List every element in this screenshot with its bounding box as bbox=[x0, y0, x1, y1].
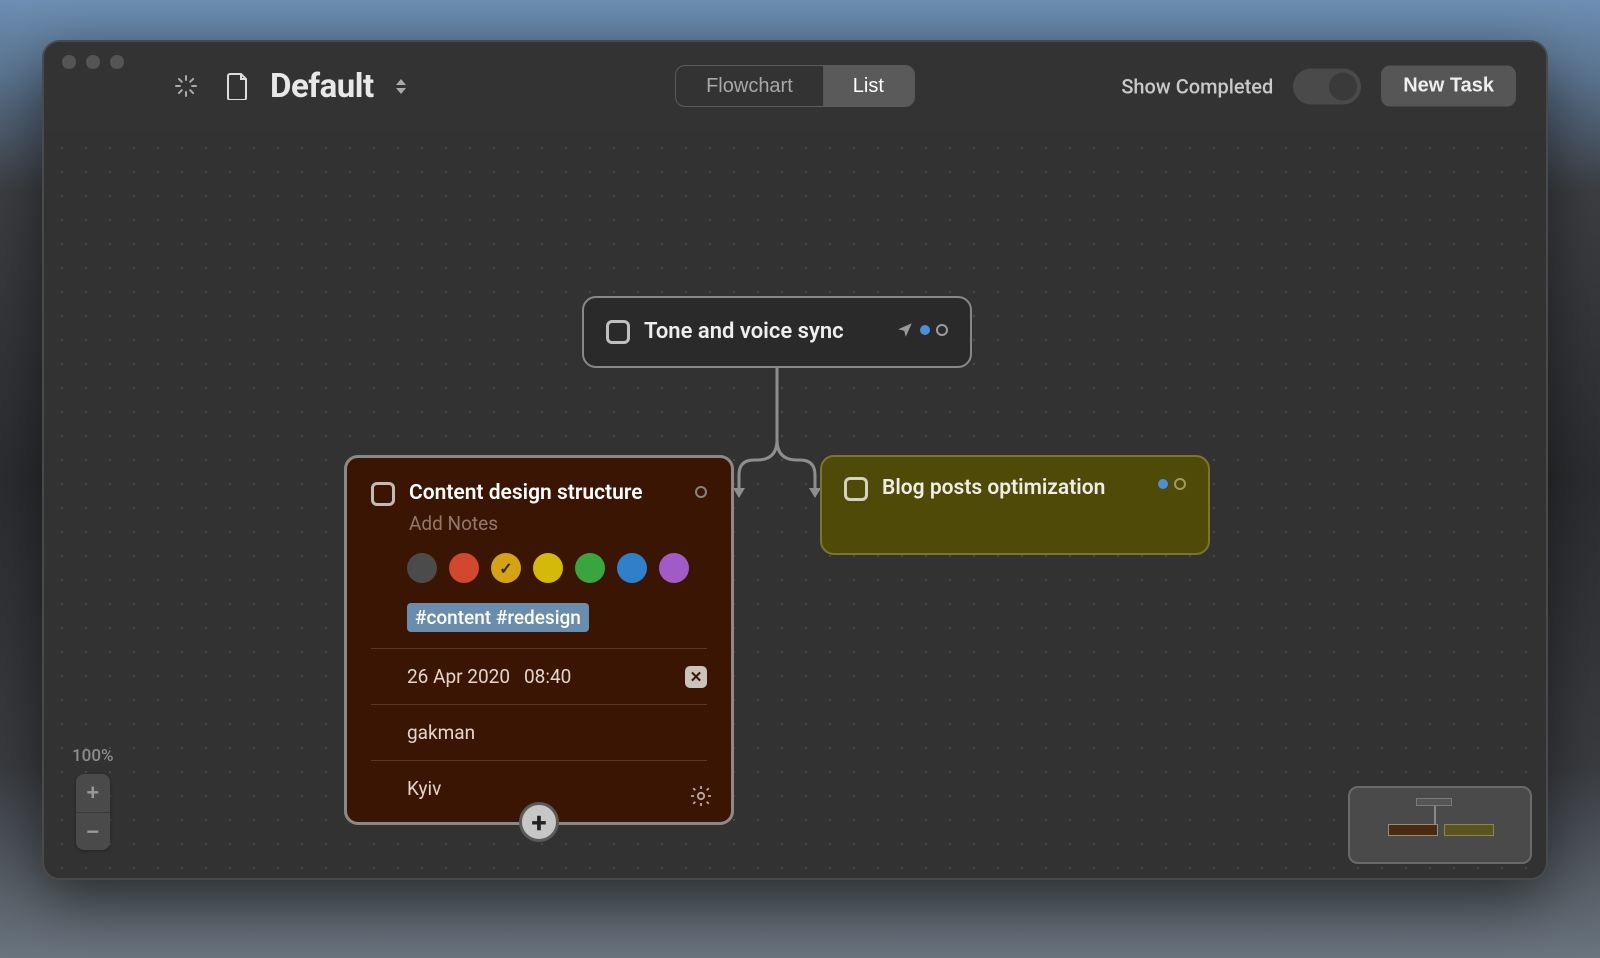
color-red[interactable] bbox=[449, 553, 479, 583]
task-checkbox[interactable] bbox=[606, 320, 630, 344]
window-traffic-lights bbox=[62, 55, 124, 69]
location-icon bbox=[896, 321, 914, 339]
document-icon bbox=[224, 72, 252, 100]
status-dot-icon bbox=[920, 325, 930, 335]
flowchart-canvas[interactable]: Tone and voice sync Content design struc… bbox=[44, 130, 1546, 878]
color-gray[interactable] bbox=[407, 553, 437, 583]
sync-spinner-icon bbox=[174, 74, 198, 98]
color-blue[interactable] bbox=[617, 553, 647, 583]
zoom-controls: 100% + − bbox=[72, 746, 114, 850]
status-ring-icon bbox=[695, 486, 707, 498]
color-green[interactable] bbox=[575, 553, 605, 583]
status-dot-icon bbox=[1158, 479, 1168, 489]
show-completed-label: Show Completed bbox=[1121, 74, 1273, 98]
task-checkbox[interactable] bbox=[844, 477, 868, 501]
color-picker bbox=[407, 553, 707, 583]
add-child-button[interactable]: + bbox=[519, 802, 559, 842]
clear-date-button[interactable]: ✕ bbox=[685, 666, 707, 688]
task-node-expanded[interactable]: Content design structure Add Notes #cont… bbox=[344, 455, 734, 825]
tab-flowchart[interactable]: Flowchart bbox=[676, 66, 823, 106]
zoom-out-button[interactable]: − bbox=[76, 812, 110, 850]
gear-icon[interactable] bbox=[689, 784, 713, 808]
task-title: Blog posts optimization bbox=[882, 475, 1144, 501]
location-field[interactable]: Kyiv bbox=[407, 777, 707, 800]
color-yellow[interactable] bbox=[533, 553, 563, 583]
minimap[interactable] bbox=[1348, 786, 1532, 864]
task-checkbox[interactable] bbox=[371, 482, 395, 506]
new-task-button[interactable]: New Task bbox=[1381, 66, 1516, 107]
close-window-button[interactable] bbox=[62, 55, 76, 69]
document-switcher-icon[interactable] bbox=[396, 75, 414, 97]
zoom-percent: 100% bbox=[72, 746, 114, 766]
assignee-field[interactable]: gakman bbox=[407, 721, 707, 744]
connector-lines bbox=[44, 130, 1546, 878]
tags-field[interactable]: #content #redesign bbox=[407, 603, 589, 632]
show-completed-toggle[interactable] bbox=[1293, 68, 1361, 104]
due-date: 26 Apr 2020 bbox=[407, 665, 510, 688]
document-title[interactable]: Default bbox=[270, 67, 374, 106]
color-purple[interactable] bbox=[659, 553, 689, 583]
task-title: Tone and voice sync bbox=[644, 318, 882, 346]
task-node-parent[interactable]: Tone and voice sync bbox=[582, 296, 972, 368]
zoom-in-button[interactable]: + bbox=[76, 774, 110, 812]
minimize-window-button[interactable] bbox=[86, 55, 100, 69]
status-ring-icon bbox=[1174, 478, 1186, 490]
color-amber[interactable] bbox=[491, 553, 521, 583]
add-notes-placeholder[interactable]: Add Notes bbox=[409, 512, 707, 535]
status-ring-icon bbox=[936, 324, 948, 336]
toolbar: Default Flowchart List Show Completed Ne… bbox=[44, 42, 1546, 130]
due-date-row[interactable]: 26 Apr 2020 08:40 ✕ bbox=[407, 665, 707, 688]
tab-list[interactable]: List bbox=[823, 66, 914, 106]
task-title[interactable]: Content design structure bbox=[409, 480, 681, 506]
task-node-right[interactable]: Blog posts optimization bbox=[820, 455, 1210, 555]
app-window: Default Flowchart List Show Completed Ne… bbox=[42, 40, 1548, 880]
due-time: 08:40 bbox=[524, 665, 571, 688]
fullscreen-window-button[interactable] bbox=[110, 55, 124, 69]
view-mode-segmented-control: Flowchart List bbox=[675, 65, 915, 107]
